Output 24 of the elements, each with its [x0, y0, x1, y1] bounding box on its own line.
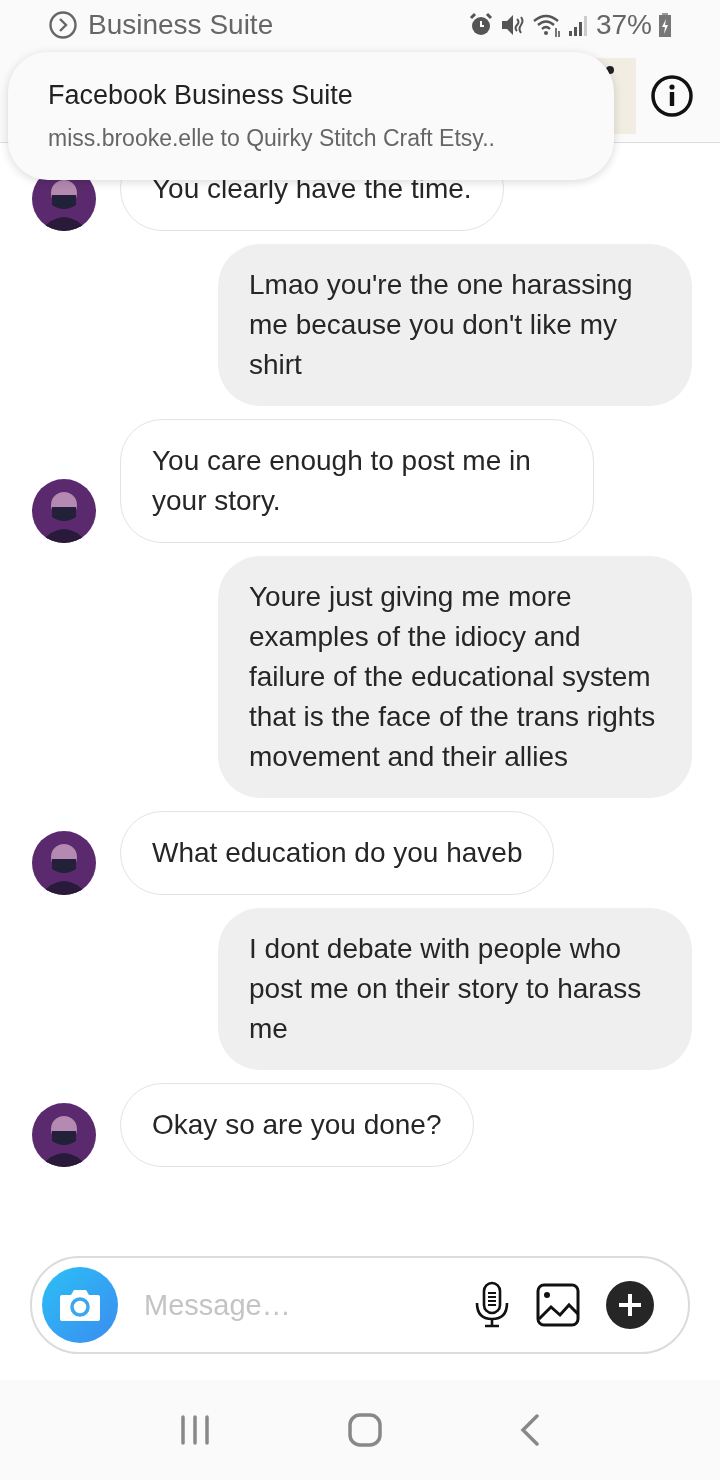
camera-icon: [58, 1287, 102, 1323]
home-icon[interactable]: [348, 1413, 382, 1447]
received-message: What education do you haveb: [120, 811, 555, 895]
sent-message: I dont debate with people who post me on their story to harass me: [218, 908, 692, 1070]
sent-message: Youre just giving me more examples of the idiocy and failure of the educational system that is the face of the trans rights movement and their allies: [218, 556, 692, 798]
microphone-icon[interactable]: [474, 1281, 510, 1329]
sent-message: Lmao you're the one harassing me because you don't like my shirt: [218, 244, 692, 406]
add-icon[interactable]: [606, 1281, 654, 1329]
info-icon[interactable]: [650, 74, 694, 118]
back-icon[interactable]: [519, 1414, 542, 1446]
received-message: Okay so are you done?: [120, 1083, 474, 1167]
received-message: You care enough to post me in your story.: [120, 419, 594, 543]
battery-icon: [658, 12, 672, 38]
message-input[interactable]: Message…: [144, 1283, 428, 1327]
wifi-icon: [531, 12, 562, 38]
gallery-icon[interactable]: [536, 1283, 580, 1327]
app-icon: [48, 10, 78, 40]
battery-percent: 37%: [595, 9, 652, 41]
alarm-icon: [467, 12, 494, 38]
notification-card[interactable]: Facebook Business Suite miss.brooke.elle to Quirky Stitch Craft Etsy..: [8, 52, 614, 180]
notification-title: Facebook Business Suite: [48, 80, 354, 111]
camera-button[interactable]: [42, 1267, 118, 1343]
status-app-name: Business Suite: [88, 9, 274, 41]
recent-apps-icon[interactable]: [178, 1415, 211, 1445]
